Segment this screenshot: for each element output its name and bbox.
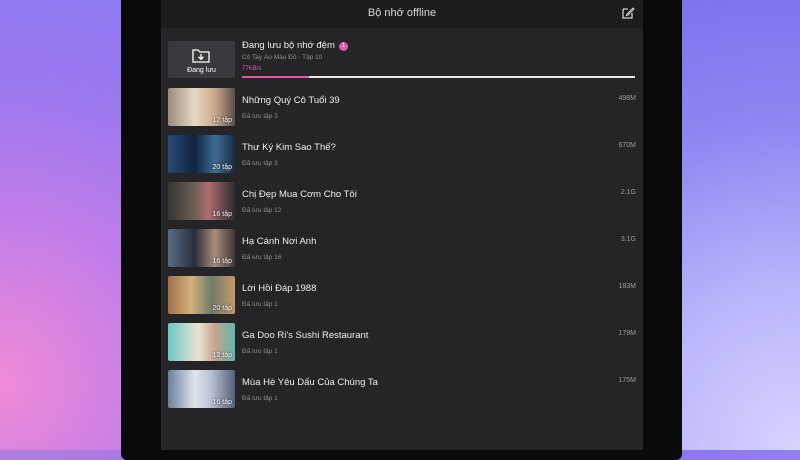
thumbnail: 16 tập <box>168 182 235 220</box>
thumbnail: 20 tập <box>168 135 235 173</box>
edit-icon[interactable] <box>621 6 635 20</box>
header-bar: Bộ nhớ offline <box>161 0 643 28</box>
item-title: Lời Hồi Đáp 1988 <box>242 283 317 294</box>
downloading-title-text: Đang lưu bộ nhớ đệm <box>242 40 335 51</box>
list-item[interactable]: 12 tập Ga Doo Ri's Sushi Restaurant Đã l… <box>168 323 636 363</box>
thumbnail: 12 tập <box>168 323 235 361</box>
list-item[interactable]: 12 tập Những Quý Cô Tuổi 39 Đã lưu tập 3… <box>168 88 636 128</box>
background-left <box>0 0 125 450</box>
episode-badge: 20 tập <box>212 164 232 171</box>
episode-badge: 12 tập <box>212 117 232 124</box>
list-item[interactable]: 16 tập Mùa Hè Yêu Dấu Của Chúng Ta Đã lư… <box>168 370 636 410</box>
item-title: Những Quý Cô Tuổi 39 <box>242 95 340 106</box>
list-item[interactable]: 20 tập Lời Hồi Đáp 1988 Đã lưu tập 1 183… <box>168 276 636 316</box>
thumbnail: 16 tập <box>168 229 235 267</box>
item-subtitle: Đã lưu tập 1 <box>242 395 278 402</box>
item-subtitle: Đã lưu tập 1 <box>242 301 278 308</box>
item-subtitle: Đã lưu tập 16 <box>242 254 282 261</box>
item-size: 2.1G <box>620 189 636 196</box>
item-size: 3.1G <box>620 236 636 243</box>
episode-badge: 20 tập <box>212 305 232 312</box>
download-speed: 77KB/s <box>242 66 262 72</box>
page-title: Bộ nhớ offline <box>367 7 437 19</box>
app-screen: Bộ nhớ offline Đang lưu Đang lưu bộ nhớ … <box>161 0 643 450</box>
item-title: Ga Doo Ri's Sushi Restaurant <box>242 330 369 341</box>
download-count-badge: 1 <box>338 42 348 51</box>
item-size: 498M <box>618 95 636 102</box>
item-subtitle: Đã lưu tập 3 <box>242 113 278 120</box>
item-size: 670M <box>618 142 636 149</box>
downloading-thumbnail[interactable]: Đang lưu <box>168 41 235 78</box>
list-item[interactable]: 20 tập Thư Ký Kim Sao Thế? Đã lưu tập 3 … <box>168 135 636 175</box>
list-item[interactable]: 16 tập Chị Đẹp Mua Cơm Cho Tôi Đã lưu tậ… <box>168 182 636 222</box>
item-size: 183M <box>618 283 636 290</box>
download-progress-fill <box>242 76 309 78</box>
thumbnail: 12 tập <box>168 88 235 126</box>
item-title: Chị Đẹp Mua Cơm Cho Tôi <box>242 189 357 200</box>
item-size: 175M <box>618 377 636 384</box>
item-title: Mùa Hè Yêu Dấu Của Chúng Ta <box>242 377 378 388</box>
list-item[interactable]: 16 tập Hạ Cánh Nơi Anh Đã lưu tập 16 3.1… <box>168 229 636 269</box>
episode-badge: 12 tập <box>212 352 232 359</box>
downloading-subtitle: Cô Tay Áo Màu Đỏ · Tập 10 <box>242 54 323 61</box>
episode-badge: 16 tập <box>212 399 232 406</box>
thumbnail: 16 tập <box>168 370 235 408</box>
episode-badge: 16 tập <box>212 211 232 218</box>
item-title: Hạ Cánh Nơi Anh <box>242 236 317 247</box>
item-subtitle: Đã lưu tập 12 <box>242 207 282 214</box>
background-right <box>675 0 800 450</box>
item-title: Thư Ký Kim Sao Thế? <box>242 142 336 153</box>
thumbnail: 20 tập <box>168 276 235 314</box>
item-subtitle: Đã lưu tập 3 <box>242 160 278 167</box>
episode-badge: 16 tập <box>212 258 232 265</box>
downloading-title[interactable]: Đang lưu bộ nhớ đệm 1 <box>242 40 348 51</box>
download-progress-bar <box>242 76 635 78</box>
downloading-thumb-label: Đang lưu <box>187 67 216 74</box>
item-subtitle: Đã lưu tập 1 <box>242 348 278 355</box>
download-folder-icon <box>192 49 210 63</box>
item-size: 179M <box>618 330 636 337</box>
